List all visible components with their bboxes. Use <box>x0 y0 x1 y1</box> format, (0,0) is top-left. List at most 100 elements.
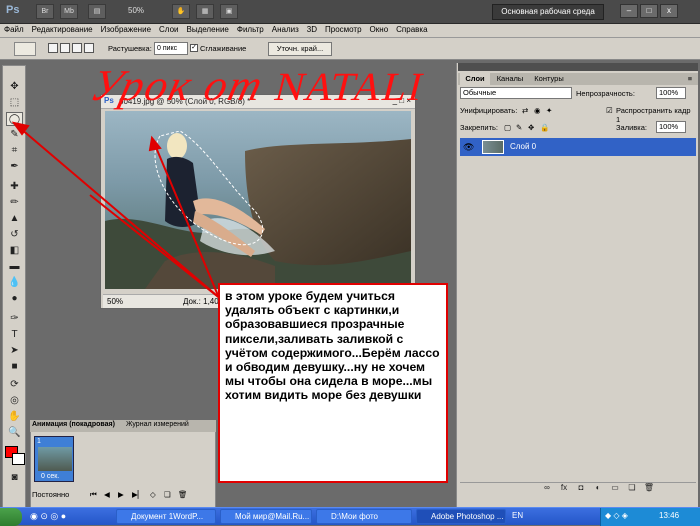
start-button[interactable] <box>0 508 22 526</box>
taskbar-item-mailru[interactable]: Мой мир@Mail.Ru... <box>220 509 312 524</box>
lasso-tool-icon[interactable]: ◯ <box>6 112 23 126</box>
view-extras-button[interactable]: ▤ <box>88 4 106 19</box>
next-frame-icon[interactable]: ▶▏ <box>132 490 144 499</box>
image-canvas[interactable] <box>105 111 411 289</box>
crop-tool-icon[interactable]: ⌗ <box>6 144 23 158</box>
tween-icon[interactable]: ◇ <box>150 490 156 499</box>
marquee-tool-icon[interactable]: ⬚ <box>6 96 23 110</box>
taskbar-item-folder[interactable]: D:\Мои фото <box>316 509 412 524</box>
menu-3d[interactable]: 3D <box>303 24 321 35</box>
menu-filter[interactable]: Фильтр <box>233 24 268 35</box>
visibility-eye-icon[interactable]: 👁 <box>463 142 474 153</box>
shape-tool-icon[interactable]: ■ <box>6 360 23 374</box>
taskbar-item-word[interactable]: Документ 1WordP... <box>116 509 216 524</box>
new-selection-icon[interactable] <box>48 43 58 53</box>
refine-edge-button[interactable]: Уточн. край... <box>268 42 332 56</box>
workspace-button[interactable]: Основная рабочая среда <box>492 4 604 20</box>
new-frame-icon[interactable]: ❏ <box>164 490 171 499</box>
lock-position-icon[interactable]: ✥ <box>528 123 534 132</box>
menu-layers[interactable]: Слои <box>155 24 182 35</box>
menu-image[interactable]: Изображение <box>97 24 155 35</box>
loop-options-select[interactable]: Постоянно <box>32 490 69 499</box>
zoom-level[interactable]: 50% <box>128 6 144 15</box>
tab-measurement-log[interactable]: Журнал измерений <box>126 421 189 428</box>
delete-frame-icon[interactable]: 🗑 <box>178 490 188 499</box>
background-color-swatch[interactable] <box>12 453 25 465</box>
adjustment-layer-icon[interactable]: ◐ <box>591 483 605 492</box>
group-folder-icon[interactable]: ▭ <box>608 483 622 492</box>
antialias-checkbox[interactable]: ✓ <box>190 44 198 52</box>
quick-selection-icon[interactable]: ✎ <box>6 128 23 142</box>
menu-select[interactable]: Выделение <box>182 24 232 35</box>
tab-layers[interactable]: Слои <box>460 73 490 85</box>
taskbar-item-photoshop[interactable]: Adobe Photoshop ... <box>416 509 506 524</box>
menu-edit[interactable]: Редактирование <box>28 24 97 35</box>
3d-orbit-icon[interactable]: ◎ <box>6 394 23 408</box>
tray-icons[interactable]: ◆ ◇ ◈ <box>605 511 628 520</box>
minimize-button[interactable]: – <box>620 4 638 18</box>
unify-visibility-icon[interactable]: ◉ <box>534 106 541 115</box>
close-button[interactable]: x <box>660 4 678 18</box>
unify-position-icon[interactable]: ⇄ <box>522 106 528 115</box>
propagate-checkbox[interactable]: ☑ <box>606 106 613 115</box>
menu-window[interactable]: Окно <box>366 24 393 35</box>
quick-launch-icons[interactable]: ◉ ⊙ ◎ ● <box>30 511 66 522</box>
hand-tool-icon[interactable]: ✋ <box>6 410 23 424</box>
opacity-input[interactable]: 100% <box>656 87 686 99</box>
zoom-tool-icon[interactable]: 🔍 <box>6 426 23 440</box>
layer-item-0[interactable]: 👁 Слой 0 <box>460 138 696 156</box>
history-brush-icon[interactable]: ↺ <box>6 228 23 242</box>
trash-icon[interactable]: 🗑 <box>642 483 656 492</box>
blur-tool-icon[interactable]: 💧 <box>6 276 23 290</box>
eraser-tool-icon[interactable]: ◧ <box>6 244 23 258</box>
lock-all-icon[interactable]: 🔒 <box>540 123 549 132</box>
feather-input[interactable]: 0 пикс <box>154 42 188 55</box>
link-layers-icon[interactable]: ∞ <box>540 483 554 492</box>
dodge-tool-icon[interactable]: ● <box>6 292 23 306</box>
layer-mask-icon[interactable]: ◘ <box>574 483 588 492</box>
mini-bridge-button[interactable]: Mb <box>60 4 78 19</box>
menu-analysis[interactable]: Анализ <box>268 24 303 35</box>
play-icon[interactable]: ▶ <box>118 490 124 499</box>
tab-paths[interactable]: Контуры <box>530 73 568 85</box>
menu-view[interactable]: Просмотр <box>321 24 366 35</box>
tool-preset-picker[interactable] <box>14 42 36 56</box>
tab-animation[interactable]: Анимация (покадровая) <box>32 421 115 428</box>
subtract-selection-icon[interactable] <box>72 43 82 53</box>
intersect-selection-icon[interactable] <box>84 43 94 53</box>
type-tool-icon[interactable]: T <box>6 328 23 342</box>
new-layer-icon[interactable]: ❏ <box>625 483 639 492</box>
bridge-button[interactable]: Br <box>36 4 54 19</box>
unify-style-icon[interactable]: ✦ <box>546 106 552 115</box>
healing-brush-icon[interactable]: ✚ <box>6 180 23 194</box>
quick-mask-icon[interactable]: ◙ <box>6 471 23 485</box>
animation-frame-1[interactable]: 1 0 сек. <box>34 436 74 482</box>
blend-mode-select[interactable]: Обычные <box>460 87 572 99</box>
eyedropper-tool-icon[interactable]: ✒ <box>6 160 23 174</box>
prev-frame-icon[interactable]: ◀ <box>104 490 110 499</box>
menu-file[interactable]: Файл <box>0 24 28 35</box>
lock-image-icon[interactable]: ✎ <box>516 123 522 132</box>
fx-icon[interactable]: fx <box>557 483 571 492</box>
doc-zoom-field[interactable]: 50% <box>107 297 123 306</box>
tab-channels[interactable]: Каналы <box>492 73 528 85</box>
panel-menu-icon[interactable]: ≡ <box>684 73 696 85</box>
clone-stamp-icon[interactable]: ▲ <box>6 212 23 226</box>
move-tool-icon[interactable]: ✥ <box>6 80 23 94</box>
lock-transparent-icon[interactable]: ▢ <box>504 123 511 132</box>
menu-help[interactable]: Справка <box>392 24 431 35</box>
frame-delay[interactable]: 0 сек. <box>41 473 59 480</box>
fill-input[interactable]: 100% <box>656 121 686 133</box>
add-selection-icon[interactable] <box>60 43 70 53</box>
arrange-documents-button[interactable]: ▦ <box>196 4 214 19</box>
screen-mode-button[interactable]: ▣ <box>220 4 238 19</box>
maximize-button[interactable]: □ <box>640 4 658 18</box>
3d-rotate-icon[interactable]: ⟳ <box>6 378 23 392</box>
brush-tool-icon[interactable]: ✏ <box>6 196 23 210</box>
gradient-tool-icon[interactable]: ▬ <box>6 260 23 274</box>
language-indicator[interactable]: EN <box>512 511 523 520</box>
hand-tool-button[interactable]: ✋ <box>172 4 190 19</box>
pen-tool-icon[interactable]: ✑ <box>6 312 23 326</box>
first-frame-icon[interactable]: ⏮ <box>90 490 97 500</box>
path-selection-icon[interactable]: ➤ <box>6 344 23 358</box>
